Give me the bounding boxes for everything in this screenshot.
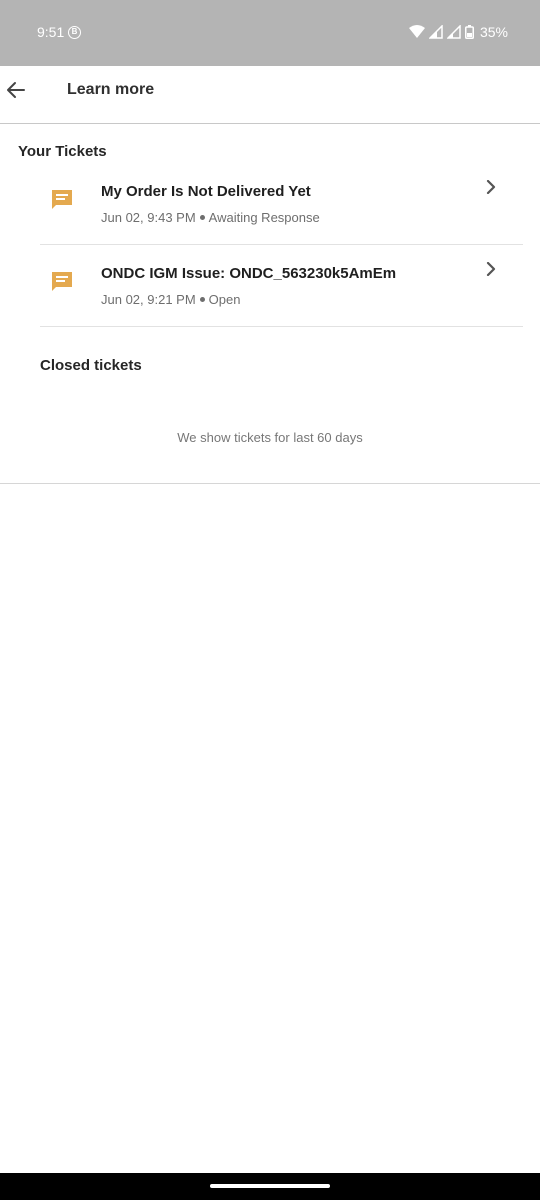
chat-message-icon <box>52 190 72 209</box>
page-title: Learn more <box>67 81 155 98</box>
signal-icon <box>428 25 443 39</box>
separator-dot <box>199 215 205 221</box>
signal-icon <box>446 25 461 39</box>
wifi-icon <box>408 25 425 38</box>
your-tickets-heading: Your Tickets <box>18 143 107 160</box>
chevron-right-icon <box>486 262 496 276</box>
ticket-date: Jun 02, 9:43 PM <box>101 210 196 225</box>
ticket-status: Awaiting Response <box>208 210 320 225</box>
closed-tickets-note: We show tickets for last 60 days <box>177 430 363 445</box>
ticket-date: Jun 02, 9:21 PM <box>101 292 196 307</box>
ticket-title: My Order Is Not Delivered Yet <box>101 183 311 200</box>
status-bar: 9:51 B 35% <box>0 0 540 66</box>
arrow-back-icon <box>7 82 25 98</box>
back-button[interactable] <box>4 78 28 102</box>
ticket-item[interactable]: My Order Is Not Delivered Yet Jun 02, 9:… <box>0 163 540 245</box>
closed-tickets-heading: Closed tickets <box>40 357 142 374</box>
ticket-status: Open <box>208 292 241 307</box>
home-indicator[interactable] <box>210 1184 330 1188</box>
status-icons: 35% <box>408 22 508 42</box>
divider <box>0 483 540 484</box>
app-bar: Learn more <box>0 66 540 124</box>
ticket-meta: Jun 02, 9:21 PM Open <box>101 292 240 307</box>
divider <box>40 326 523 327</box>
separator-dot <box>199 297 205 303</box>
battery-percentage: 35% <box>479 24 508 40</box>
battery-icon <box>464 25 474 39</box>
ticket-meta: Jun 02, 9:43 PM Awaiting Response <box>101 210 320 225</box>
chat-message-icon <box>52 272 72 291</box>
app-notification-icon: B <box>68 26 81 39</box>
chevron-right-icon <box>486 180 496 194</box>
status-time: 9:51 <box>37 24 65 40</box>
ticket-item[interactable]: ONDC IGM Issue: ONDC_563230k5AmEm Jun 02… <box>0 245 540 327</box>
navigation-bar <box>0 1173 540 1200</box>
ticket-title: ONDC IGM Issue: ONDC_563230k5AmEm <box>101 265 397 282</box>
